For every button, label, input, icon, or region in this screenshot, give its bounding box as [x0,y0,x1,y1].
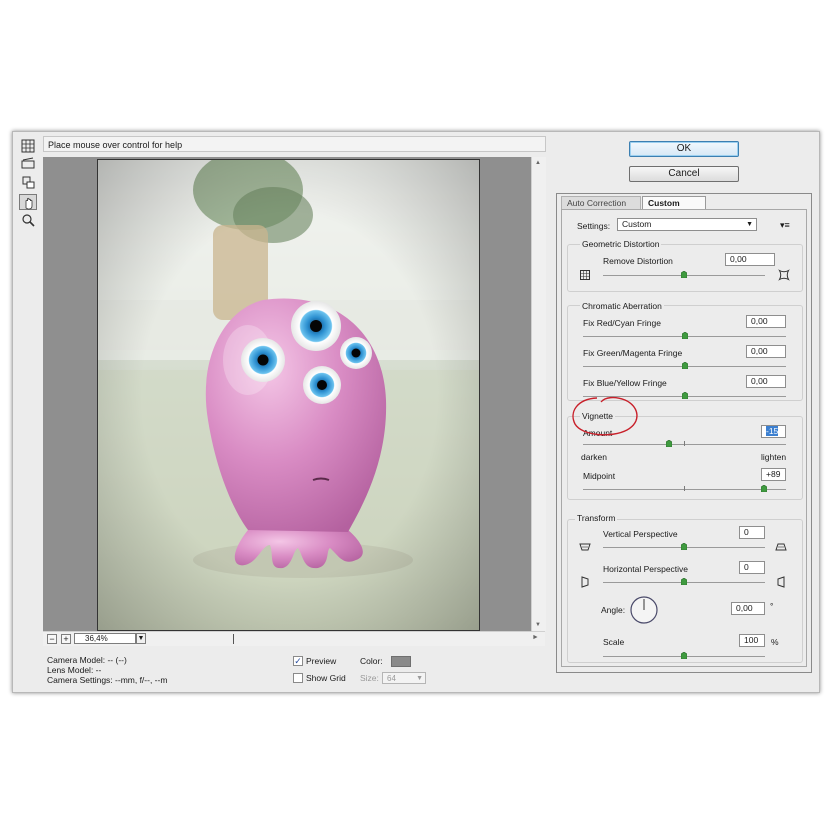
scroll-up-icon[interactable]: ▲ [535,160,541,166]
fix-red-cyan-field[interactable]: 0,00 [746,315,786,328]
vignette-amount-slider[interactable] [666,440,673,447]
vignette-amount-field[interactable]: -15 [761,425,786,438]
fix-blue-yellow-slider[interactable] [681,392,688,399]
horizontal-perspective-field[interactable]: 0 [739,561,765,574]
horizontal-perspective-plus-icon [775,576,787,588]
vertical-perspective-field[interactable]: 0 [739,526,765,539]
move-grid-tool-icon[interactable] [19,174,37,190]
ok-button[interactable]: OK [629,141,739,157]
lighten-label: lighten [761,452,787,462]
chevron-down-icon: ▼ [416,675,423,682]
fix-red-cyan-label: Fix Red/Cyan Fringe [583,318,661,328]
remove-distortion-label: Remove Distortion [603,256,673,266]
settings-value: Custom [622,219,652,229]
scroll-down-icon[interactable]: ▼ [535,622,541,628]
vertical-perspective-minus-icon [579,541,591,553]
vignette-midpoint-label: Midpoint [583,471,616,481]
zoom-dropdown-icon[interactable]: ▼ [136,633,146,644]
tab-auto-correction[interactable]: Auto Correction [561,196,641,209]
geometric-distortion-title: Geometric Distortion [580,239,662,249]
barrel-icon [778,269,790,281]
scroll-right-icon[interactable]: ► [532,634,539,641]
scale-field[interactable]: 100 [739,634,765,647]
help-text: Place mouse over control for help [43,136,546,152]
fix-green-magenta-label: Fix Green/Magenta Fringe [583,348,683,358]
grid-color-swatch[interactable] [391,656,411,667]
vignette-amount-center-tick [684,441,685,446]
geometric-distortion-group [567,244,803,292]
zoom-tool-icon[interactable] [19,212,37,228]
vignette-midpoint-center-tick [684,486,685,491]
vertical-perspective-label: Vertical Perspective [603,529,678,539]
remove-distortion-field[interactable]: 0,00 [725,253,775,266]
chevron-down-icon: ▼ [746,221,753,228]
fix-green-magenta-slider[interactable] [681,362,688,369]
vertical-perspective-plus-icon [775,541,787,553]
chromatic-aberration-title: Chromatic Aberration [580,301,664,311]
hand-tool-icon[interactable] [19,194,37,210]
settings-menu-icon[interactable]: ▾≡ [780,220,790,231]
vertical-scrollbar[interactable]: ▲ ▼ [531,157,546,631]
lens-correction-dialog: Place mouse over control for help ▲ ▼ − … [12,131,820,693]
remove-distortion-tool-icon[interactable] [19,138,37,154]
vignette-amount-value: -15 [766,426,779,436]
preview-label: Preview [306,656,337,666]
show-grid-label: Show Grid [306,673,346,683]
zoom-level-field[interactable]: 36,4% [74,633,136,644]
remove-distortion-slider[interactable] [681,271,687,278]
zoom-in-button[interactable]: + [61,634,71,644]
horizontal-perspective-slider[interactable] [681,578,687,585]
size-label: Size: [360,673,379,683]
camera-settings: Camera Settings: --mm, f/--, --m [47,675,168,685]
straighten-tool-icon[interactable] [19,156,37,172]
settings-select[interactable]: Custom ▼ [617,218,757,231]
camera-model: Camera Model: -- (--) [47,655,127,665]
angle-field[interactable]: 0,00 [731,602,765,615]
horizontal-perspective-minus-icon [579,576,591,588]
grid-size-value: 64 [387,674,396,683]
angle-label: Angle: [601,605,626,615]
vignette-midpoint-slider[interactable] [760,485,767,492]
zoom-out-button[interactable]: − [47,634,57,644]
transform-title: Transform [575,513,618,523]
fix-blue-yellow-label: Fix Blue/Yellow Fringe [583,378,667,388]
scale-label: Scale [603,637,625,647]
fix-green-magenta-field[interactable]: 0,00 [746,345,786,358]
scale-unit: % [771,637,779,647]
fix-blue-yellow-field[interactable]: 0,00 [746,375,786,388]
annotation-circle [572,396,638,436]
horizontal-perspective-label: Horizontal Perspective [603,564,689,574]
scale-slider[interactable] [681,652,687,659]
settings-label: Settings: [577,221,611,231]
color-label: Color: [360,656,383,666]
vignette-midpoint-field[interactable]: +89 [761,468,786,481]
darken-label: darken [581,452,607,462]
lens-model: Lens Model: -- [47,665,102,675]
cancel-button[interactable]: Cancel [629,166,739,182]
preview-image [97,159,480,631]
grid-size-select[interactable]: 64 ▼ [382,672,426,684]
angle-unit: ° [770,601,774,611]
preview-checkbox[interactable]: ✓ [293,656,303,666]
pincushion-icon [579,269,591,281]
tab-custom[interactable]: Custom [642,196,706,209]
vertical-perspective-slider[interactable] [681,543,687,550]
fix-red-cyan-slider[interactable] [681,332,688,339]
zoom-bar-divider [233,634,234,644]
show-grid-checkbox[interactable] [293,673,303,683]
angle-dial[interactable] [629,595,659,625]
